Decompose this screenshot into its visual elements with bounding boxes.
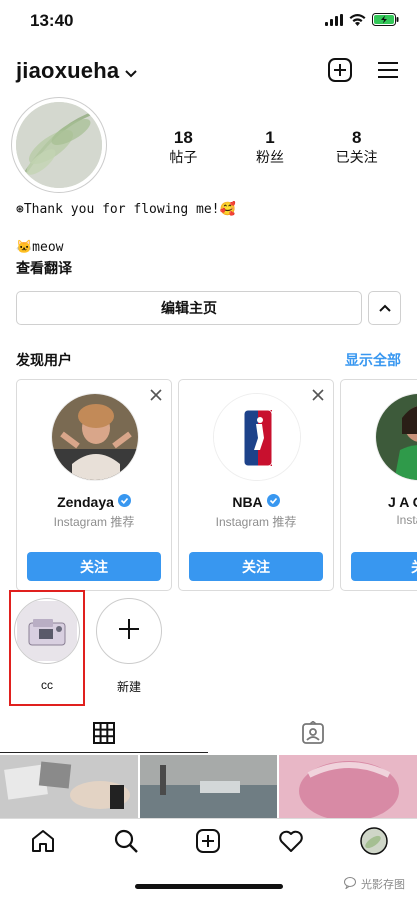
suggestion-subtitle: Instagram 推荐	[53, 515, 135, 529]
plus-square-icon	[195, 828, 221, 859]
plus-square-icon	[327, 57, 353, 88]
edit-profile-button[interactable]: 编辑主页	[16, 291, 362, 325]
post-thumbnail[interactable]	[0, 755, 138, 818]
status-time: 13:40	[30, 11, 74, 30]
profile-tabs	[0, 717, 417, 753]
stat-followers[interactable]: 1 粉丝	[227, 128, 314, 166]
profile-header: jiaoxueha	[0, 52, 417, 92]
watermark-text: 光影存图	[361, 879, 405, 891]
account-switcher[interactable]: jiaoxueha	[16, 58, 138, 84]
suggestion-name-text: J A C L Y	[388, 494, 417, 510]
suggestion-avatar[interactable]	[51, 393, 139, 481]
suggestion-card[interactable]: Zendaya Instagram 推荐 关注	[16, 379, 172, 591]
bio-line-1: ⊛Thank you for flowing me!🥰	[16, 202, 236, 217]
suggestion-name: J A C L Y	[341, 494, 417, 510]
stat-number: 8	[351, 128, 362, 147]
suggestion-card[interactable]: NBA Instagram 推荐 关注	[178, 379, 334, 591]
follow-button[interactable]: 关	[351, 552, 417, 581]
stat-posts[interactable]: 18 帖子	[140, 128, 227, 166]
nav-search[interactable]	[110, 827, 142, 859]
plus-icon	[117, 617, 141, 646]
highlight-label: cc	[41, 678, 53, 692]
home-indicator	[135, 884, 283, 889]
posts-grid	[0, 755, 417, 818]
tab-posts-grid[interactable]	[0, 717, 208, 753]
home-icon	[30, 828, 56, 859]
follow-button[interactable]: 关注	[189, 552, 323, 581]
suggestion-name-text: Zendaya	[57, 494, 114, 510]
avatar-image	[16, 102, 102, 188]
watermark: 光影存图	[344, 876, 405, 892]
chat-bubble-icon	[344, 876, 358, 892]
suggestion-subtitle: Instagram 推荐	[215, 515, 297, 529]
suggestion-card[interactable]: J A C L Y Instagra 关	[340, 379, 417, 591]
active-tab-indicator	[0, 752, 208, 753]
battery-icon	[372, 13, 399, 31]
suggested-users: Zendaya Instagram 推荐 关注 NBA Instagram 推荐…	[16, 379, 417, 591]
stat-label: 帖子	[169, 149, 198, 165]
highlight-label: 新建	[116, 680, 141, 694]
follow-button[interactable]: 关注	[27, 552, 161, 581]
stat-label: 已关注	[335, 149, 378, 165]
nav-profile[interactable]	[358, 826, 390, 860]
verified-badge-icon	[117, 494, 131, 510]
username: jiaoxueha	[16, 58, 120, 83]
chevron-down-icon	[125, 58, 138, 84]
create-button[interactable]	[326, 57, 354, 88]
close-icon[interactable]	[149, 388, 163, 402]
stat-number: 1	[265, 128, 275, 147]
discover-title: 发现用户	[16, 352, 72, 368]
nav-create[interactable]	[192, 827, 224, 859]
suggestions-toggle-button[interactable]	[368, 291, 401, 325]
stat-following[interactable]: 8 已关注	[313, 128, 400, 166]
suggestion-avatar[interactable]	[213, 393, 301, 481]
search-icon	[113, 828, 139, 859]
translate-link[interactable]: 查看翻译	[16, 258, 72, 278]
bio-line-2: 🐱meow	[16, 240, 64, 255]
signal-icon	[325, 13, 343, 31]
profile-stats: 18 帖子 1 粉丝 8 已关注	[140, 128, 400, 166]
nav-home[interactable]	[27, 827, 59, 859]
chevron-up-icon	[378, 299, 391, 317]
tab-tagged[interactable]	[209, 717, 417, 753]
grid-icon	[93, 721, 115, 749]
close-icon[interactable]	[311, 388, 325, 402]
new-highlight-button[interactable]: 新建	[96, 598, 162, 695]
status-bar: 13:40	[0, 0, 417, 44]
menu-button[interactable]	[374, 58, 402, 86]
profile-avatar[interactable]	[11, 97, 107, 193]
nav-activity[interactable]	[275, 827, 307, 859]
see-all-link[interactable]: 显示全部	[345, 350, 401, 370]
suggestion-name: NBA	[179, 494, 333, 510]
suggestion-subtitle: Instagra	[396, 513, 417, 527]
suggestion-name-text: NBA	[232, 494, 263, 510]
highlight-cover	[14, 598, 80, 664]
highlight-cover	[96, 598, 162, 664]
stat-number: 18	[173, 128, 193, 147]
suggestion-avatar[interactable]	[375, 393, 417, 481]
suggestion-name: Zendaya	[17, 494, 171, 510]
stat-label: 粉丝	[256, 149, 284, 165]
wifi-icon	[349, 13, 366, 31]
profile-avatar-icon	[360, 826, 388, 860]
post-thumbnail[interactable]	[139, 755, 278, 818]
menu-icon	[376, 60, 400, 85]
highlight-cc[interactable]: cc	[14, 598, 80, 692]
bottom-nav	[0, 818, 417, 868]
heart-icon	[278, 829, 304, 858]
post-thumbnail[interactable]	[279, 755, 417, 818]
status-icons	[325, 13, 399, 31]
tagged-person-icon	[301, 719, 325, 750]
verified-badge-icon	[266, 494, 280, 510]
